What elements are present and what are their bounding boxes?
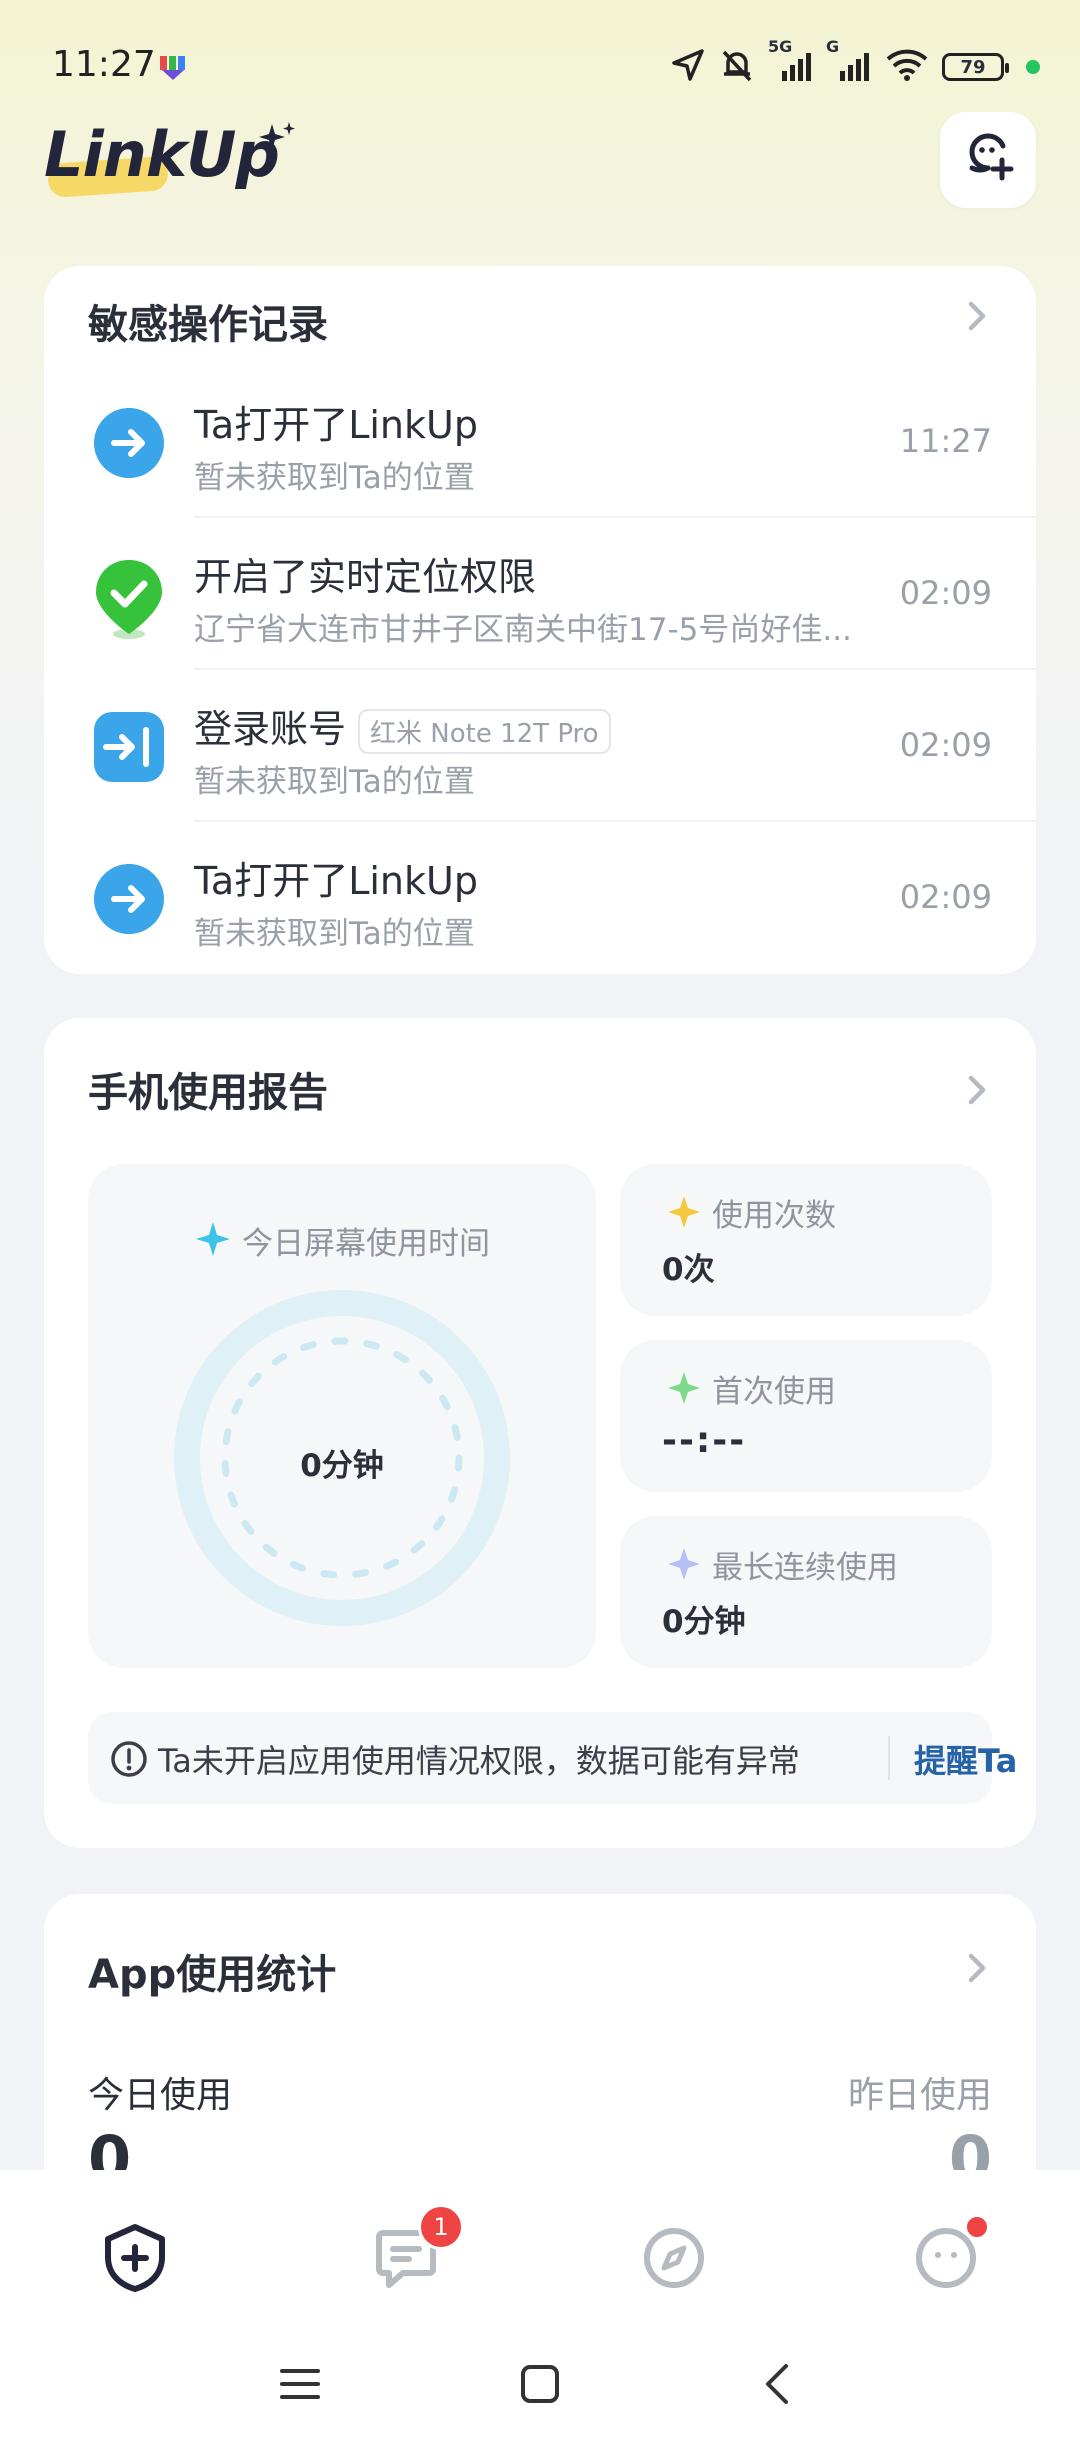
person-add-icon (958, 128, 1018, 192)
permission-warning-text: Ta未开启应用使用情况权限，数据可能有异常 (158, 1742, 800, 1780)
arrow-right-circle-icon (92, 406, 166, 480)
login-icon (92, 710, 166, 784)
arrow-right-circle-icon (92, 862, 166, 936)
screen-time-label-row: 今日屏幕使用时间 (88, 1218, 596, 1263)
list-item[interactable]: Ta打开了LinkUp 暂未获取到Ta的位置 11:27 (44, 366, 1036, 518)
menu-icon[interactable] (278, 2362, 322, 2410)
record-time: 02:09 (899, 878, 992, 916)
screen-time-value: 0分钟 (300, 1448, 384, 1484)
phone-report-chevron-icon[interactable] (962, 1070, 992, 1114)
info-icon (110, 1740, 148, 1782)
status-icons: 5G G 79 (670, 37, 1040, 88)
nav-discover[interactable] (634, 2220, 714, 2300)
notification-app-icon (158, 52, 188, 86)
nav-home[interactable] (95, 2220, 175, 2300)
longest-use-label: 最长连续使用 (712, 1550, 898, 1586)
record-title: Ta打开了LinkUp (194, 403, 478, 447)
record-subtitle: 暂未获取到Ta的位置 (194, 764, 475, 800)
location-check-icon (92, 558, 166, 639)
status-time: 11:27 (52, 44, 156, 85)
sparkle-icon (666, 1194, 702, 1234)
list-item[interactable]: 开启了实时定位权限 辽宁省大连市甘井子区南关中街17-5号尚好佳... 02:0… (44, 518, 1036, 670)
status-bar: 11:27 5G G 79 (0, 0, 1080, 110)
privacy-indicator-dot (1026, 60, 1040, 74)
permission-warning-bar: Ta未开启应用使用情况权限，数据可能有异常 提醒Ta (88, 1712, 1017, 1804)
compass-icon (641, 2225, 707, 2295)
remind-button[interactable]: 提醒Ta (914, 1736, 1017, 1782)
phone-report-title: 手机使用报告 (88, 1070, 328, 1116)
sensitive-ops-card: 敏感操作记录 Ta打开了LinkUp 暂未获取到Ta的位置 11:27 开启了实… (44, 266, 1036, 974)
sensitive-ops-title: 敏感操作记录 (88, 302, 328, 348)
record-time: 11:27 (899, 422, 992, 460)
unread-badge: 1 (418, 2204, 464, 2250)
record-title: Ta打开了LinkUp (194, 859, 478, 903)
notification-dot (964, 2214, 990, 2240)
first-use-tile[interactable]: 首次使用 --:-- (620, 1340, 992, 1492)
record-subtitle: 辽宁省大连市甘井子区南关中街17-5号尚好佳... (194, 612, 852, 648)
system-navigation-bar (0, 2340, 1080, 2460)
list-item[interactable]: Ta打开了LinkUp 暂未获取到Ta的位置 02:09 (44, 822, 1036, 974)
sparkle-icon (666, 1370, 702, 1410)
record-title: 开启了实时定位权限 (194, 555, 537, 599)
record-title-text: 登录账号 (194, 707, 347, 751)
shield-plus-icon (102, 2223, 168, 2297)
longest-use-tile[interactable]: 最长连续使用 0分钟 (620, 1516, 992, 1668)
record-subtitle: 暂未获取到Ta的位置 (194, 460, 475, 496)
sparkle-icon (258, 120, 298, 164)
bell-muted-icon (718, 46, 756, 88)
record-subtitle: 暂未获取到Ta的位置 (194, 916, 475, 952)
today-use-label: 今日使用 (88, 2075, 233, 2116)
nav-messages[interactable]: 1 (366, 2204, 464, 2300)
app-stats-chevron-icon[interactable] (962, 1948, 992, 1992)
usage-count-label: 使用次数 (712, 1198, 836, 1234)
phone-report-card: 手机使用报告 今日屏幕使用时间 0分钟 使用次数 0次 首次使用 --:-- 最… (44, 1018, 1036, 1848)
first-use-value: --:-- (662, 1420, 747, 1461)
screen-time-tile[interactable]: 今日屏幕使用时间 0分钟 (88, 1164, 596, 1668)
yesterday-use-label: 昨日使用 (847, 2075, 992, 2116)
battery-indicator: 79 (942, 53, 1009, 81)
home-square-icon[interactable] (518, 2362, 562, 2410)
longest-use-value: 0分钟 (662, 1604, 746, 1640)
usage-count-value: 0次 (662, 1252, 715, 1288)
app-stats-title: App使用统计 (88, 1952, 337, 1998)
sparkle-icon (666, 1546, 702, 1586)
usage-count-tile[interactable]: 使用次数 0次 (620, 1164, 992, 1316)
signal-5g-icon: 5G (768, 37, 814, 83)
divider (888, 1736, 890, 1780)
app-logo: LinkUp (44, 118, 280, 191)
record-title: 登录账号 红米 Note 12T Pro (194, 698, 611, 754)
back-icon[interactable] (756, 2362, 800, 2410)
record-time: 02:09 (899, 726, 992, 764)
device-tag: 红米 Note 12T Pro (358, 709, 611, 754)
add-friend-button[interactable] (940, 112, 1036, 208)
nav-profile[interactable] (906, 2214, 990, 2300)
location-arrow-icon (670, 47, 706, 87)
record-time: 02:09 (899, 574, 992, 612)
sensitive-ops-chevron-icon[interactable] (962, 296, 992, 340)
screen-time-label: 今日屏幕使用时间 (242, 1226, 490, 1262)
first-use-label: 首次使用 (712, 1374, 836, 1410)
sparkle-icon (194, 1220, 232, 1262)
list-item[interactable]: 登录账号 红米 Note 12T Pro 暂未获取到Ta的位置 02:09 (44, 670, 1036, 822)
signal-icon: G (826, 37, 872, 83)
wifi-icon (884, 47, 930, 87)
